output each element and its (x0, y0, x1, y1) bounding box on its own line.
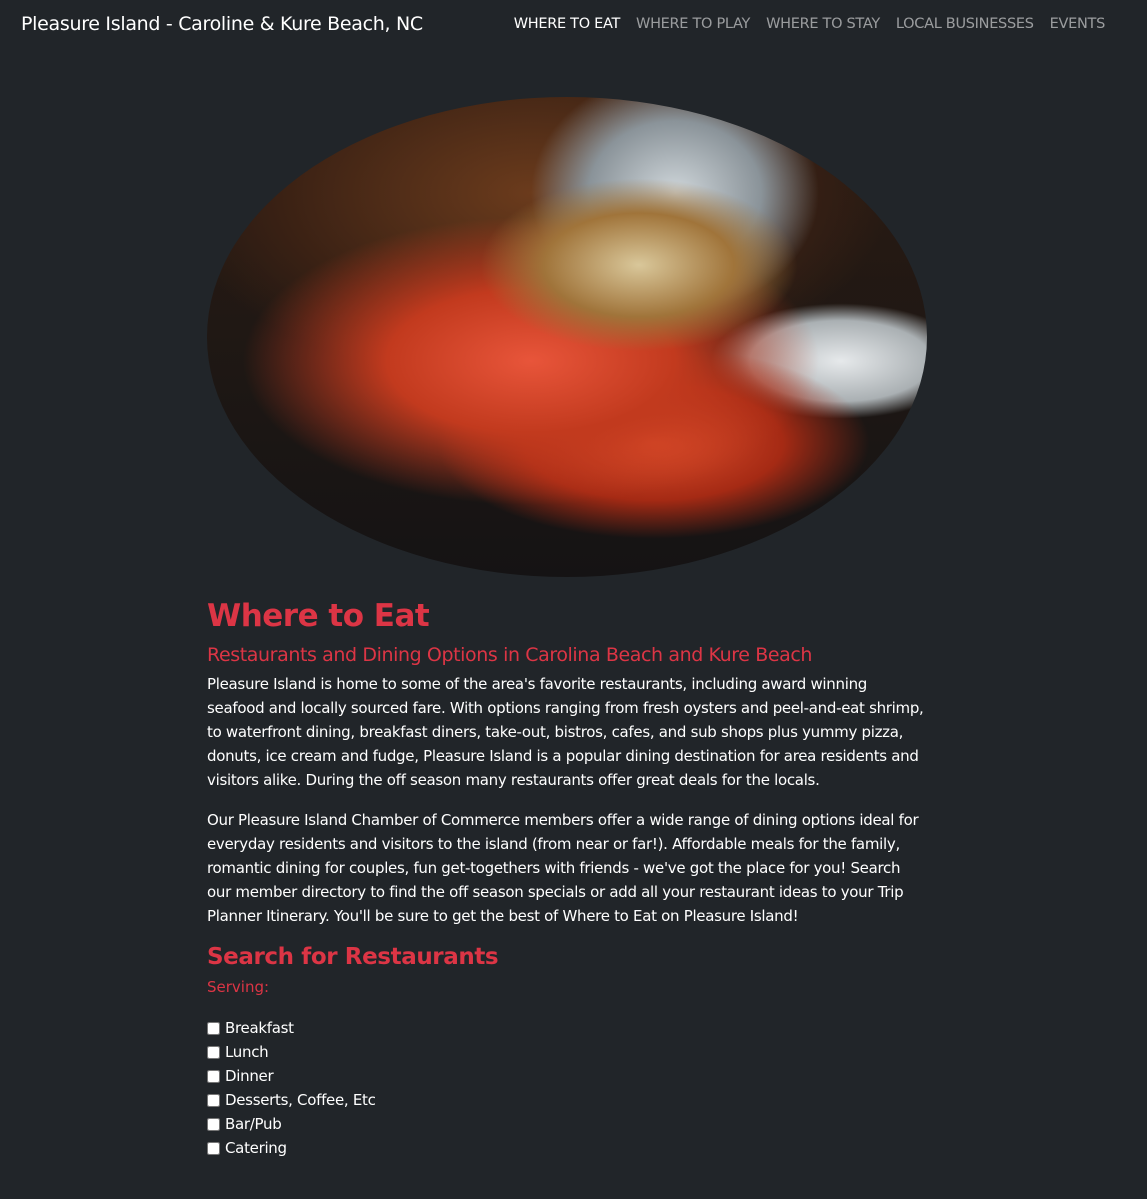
nav-where-to-stay[interactable]: WHERE TO STAY (766, 16, 880, 32)
serving-label: Serving: (207, 978, 270, 996)
nav-links: WHERE TO EAT WHERE TO PLAY WHERE TO STAY… (514, 16, 1106, 32)
option-bar-pub[interactable]: Bar/Pub (207, 1112, 927, 1136)
bar-pub-checkbox[interactable] (207, 1117, 220, 1131)
lunch-checkbox[interactable] (207, 1045, 220, 1059)
option-label: Bar/Pub (225, 1115, 282, 1133)
breakfast-checkbox[interactable] (207, 1021, 220, 1035)
option-lunch[interactable]: Lunch (207, 1040, 927, 1064)
option-label: Lunch (225, 1043, 269, 1061)
nav-where-to-eat[interactable]: WHERE TO EAT (514, 16, 621, 32)
navbar: Pleasure Island - Caroline & Kure Beach,… (0, 0, 1147, 50)
nav-local-businesses[interactable]: LOCAL BUSINESSES (896, 16, 1034, 32)
page-subtitle: Restaurants and Dining Options in Caroli… (207, 644, 813, 666)
hero-image (207, 97, 927, 577)
option-desserts[interactable]: Desserts, Coffee, Etc (207, 1088, 927, 1112)
chamber-paragraph: Our Pleasure Island Chamber of Commerce … (207, 811, 919, 925)
option-label: Desserts, Coffee, Etc (225, 1091, 376, 1109)
option-catering[interactable]: Catering (207, 1136, 927, 1160)
option-breakfast[interactable]: Breakfast (207, 1016, 927, 1040)
main-content: Where to Eat Restaurants and Dining Opti… (207, 598, 927, 1160)
option-label: Catering (225, 1139, 287, 1157)
search-heading: Search for Restaurants (207, 944, 499, 970)
brand-link[interactable]: Pleasure Island - Caroline & Kure Beach,… (21, 13, 423, 35)
dinner-checkbox[interactable] (207, 1069, 220, 1083)
option-dinner[interactable]: Dinner (207, 1064, 927, 1088)
option-label: Dinner (225, 1067, 274, 1085)
nav-events[interactable]: EVENTS (1050, 16, 1106, 32)
page-title: Where to Eat (207, 598, 430, 634)
nav-where-to-play[interactable]: WHERE TO PLAY (636, 16, 750, 32)
desserts-checkbox[interactable] (207, 1093, 220, 1107)
intro-paragraph: Pleasure Island is home to some of the a… (207, 675, 924, 789)
catering-checkbox[interactable] (207, 1141, 220, 1155)
option-label: Breakfast (225, 1019, 294, 1037)
